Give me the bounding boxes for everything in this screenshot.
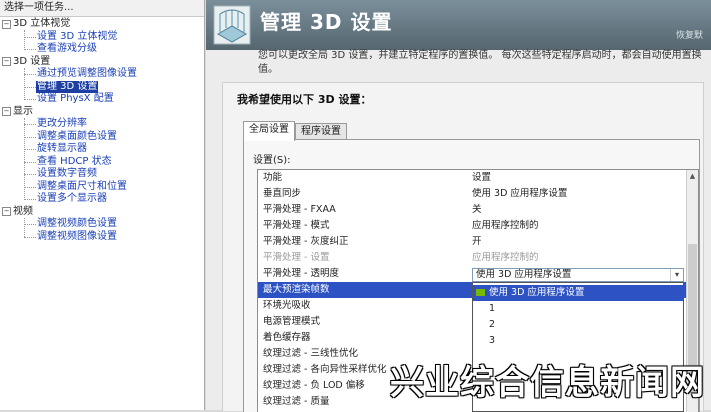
nvidia-logo-icon	[476, 289, 485, 296]
collapse-toggle-icon[interactable]: −	[2, 107, 11, 116]
tree-connector	[24, 124, 36, 125]
table-row[interactable]: 平滑处理 - FXAA 关	[258, 202, 686, 218]
scroll-up-arrow-icon[interactable]: ▲	[687, 170, 698, 182]
setting-cell: 开	[472, 236, 482, 247]
settings-label: 设置(S):	[253, 155, 291, 166]
tree-connector	[24, 224, 36, 225]
dropdown-option[interactable]: 使用 3D 应用程序设置	[473, 285, 683, 301]
tree-connector	[24, 99, 36, 100]
collapse-toggle-icon[interactable]: −	[2, 207, 11, 216]
content-pane: 管理 3D 设置 恢复默 您可以更改全局 3D 设置，并建立特定程序的置换值。 …	[206, 0, 711, 412]
tree-connector	[24, 136, 36, 138]
setting-value-dropdown[interactable]: 使用 3D 应用程序设置 ▾	[472, 268, 684, 282]
tree-connector	[24, 217, 25, 237]
feature-cell: 平滑处理 - 透明度	[263, 268, 339, 279]
tree-item[interactable]: 调整视频颜色设置	[36, 218, 118, 230]
feature-cell: 纹理过滤 - 各向异性采样优化	[263, 364, 387, 375]
watermark-text: 兴业综合信息新闻网	[390, 363, 705, 403]
tree-item[interactable]: 查看游戏分级	[36, 43, 98, 55]
feature-cell: 最大预渲染帧数	[263, 284, 330, 295]
feature-cell: 电源管理模式	[263, 316, 321, 327]
tree-category[interactable]: −3D 设置	[0, 56, 50, 68]
tree-connector	[24, 161, 36, 163]
collapse-toggle-icon[interactable]: −	[2, 57, 11, 66]
tree-connector	[24, 149, 36, 150]
tree-item[interactable]: 查看 HDCP 状态	[36, 156, 113, 168]
tree-connector	[24, 199, 36, 200]
tree-item[interactable]: 设置 PhysX 配置	[36, 93, 115, 105]
tree-category[interactable]: − 视频	[0, 206, 33, 218]
tree-item[interactable]: 设置多个显示器	[36, 193, 108, 205]
tree-connector	[24, 186, 36, 188]
tree-item[interactable]: 调整桌面颜色设置	[36, 131, 118, 143]
tree-category[interactable]: −3D 立体视觉	[0, 18, 70, 30]
chevron-down-icon[interactable]: ▾	[670, 269, 683, 281]
feature-cell: 纹理过滤 - 三线性优化	[263, 348, 358, 359]
header-band: 管理 3D 设置 恢复默	[206, 0, 711, 50]
tree-connector	[24, 86, 36, 88]
tree-item[interactable]: 调整桌面尺寸和位置	[36, 181, 128, 193]
tree-category-label: 视频	[13, 205, 33, 217]
tree-item[interactable]: 通过预览调整图像设置	[36, 68, 138, 80]
feature-cell: 平滑处理 - 设置	[263, 252, 330, 263]
tree-connector	[24, 49, 36, 50]
panel-heading: 我希望使用以下 3D 设置：	[237, 93, 372, 106]
tree-item[interactable]: 更改分辨率	[36, 118, 88, 130]
dropdown-option[interactable]: 1	[473, 301, 683, 317]
collapse-toggle-icon[interactable]: −	[2, 19, 11, 29]
feature-cell: 垂直同步	[263, 188, 302, 199]
feature-cell: 着色缓存器	[263, 332, 311, 343]
3d-settings-icon	[213, 5, 251, 45]
setting-cell: 应用程序控制的	[472, 220, 539, 231]
tree-connector	[24, 236, 36, 238]
feature-cell: 平滑处理 - 灰度纠正	[263, 236, 349, 247]
table-row[interactable]: 垂直同步 使用 3D 应用程序设置	[258, 186, 686, 202]
tree-item[interactable]: 设置数字音频	[36, 168, 98, 180]
setting-cell: 应用程序控制的	[472, 252, 539, 263]
tree-item[interactable]: 设置 3D 立体视觉	[36, 31, 118, 43]
feature-cell: 平滑处理 - FXAA	[263, 204, 336, 215]
dropdown-option-label: 1	[489, 303, 496, 314]
grid-header: 功能 设置	[258, 170, 686, 186]
restore-defaults-link[interactable]: 恢复默	[676, 28, 703, 41]
dropdown-option-label: 2	[489, 319, 496, 330]
feature-cell: 环境光吸收	[263, 300, 311, 311]
tree-category[interactable]: − 显示	[0, 106, 33, 118]
tree-category-label: 显示	[13, 105, 33, 117]
dropdown-current-value: 使用 3D 应用程序设置	[476, 269, 572, 280]
dropdown-option-label: 3	[489, 335, 496, 346]
tree-connector	[24, 67, 25, 100]
tab-program-settings[interactable]: 程序设置	[295, 123, 347, 140]
tree-category-label: 3D 立体视觉	[13, 18, 71, 29]
tree-item[interactable]: 管理 3D 设置	[36, 80, 99, 93]
page-title: 管理 3D 设置	[260, 10, 393, 34]
tab-global-settings[interactable]: 全局设置	[243, 121, 295, 141]
dropdown-option[interactable]: 3	[473, 333, 683, 349]
tree-category-label: 3D 设置	[13, 55, 51, 67]
tree-item[interactable]: 旋转显示器	[36, 143, 88, 155]
feature-cell: 纹理过滤 - 质量	[263, 396, 330, 407]
column-header-setting: 设置	[472, 172, 492, 183]
table-row[interactable]: 平滑处理 - 模式 应用程序控制的	[258, 218, 686, 234]
setting-cell: 使用 3D 应用程序设置	[472, 188, 568, 199]
tree-item[interactable]: 调整视频图像设置	[36, 231, 118, 243]
table-row[interactable]: 平滑处理 - 灰度纠正 开	[258, 234, 686, 250]
tree-connector	[24, 117, 25, 200]
table-row[interactable]: 平滑处理 - 设置 应用程序控制的	[258, 250, 686, 266]
tree-connector	[24, 30, 25, 50]
task-tree-pane: 选择一项任务... −3D 立体视觉 设置 3D 立体视觉 查看游戏分级 −3D 设置…	[0, 0, 205, 410]
task-tree-title: 选择一项任务...	[0, 0, 204, 17]
tree-connector	[24, 36, 36, 38]
feature-cell: 平滑处理 - 模式	[263, 220, 330, 231]
dropdown-option-label: 使用 3D 应用程序设置	[489, 287, 585, 298]
feature-cell: 纹理过滤 - 负 LOD 偏移	[263, 380, 365, 391]
column-header-feature: 功能	[263, 172, 283, 183]
tree-connector	[24, 174, 36, 175]
setting-cell: 关	[472, 204, 482, 215]
page-description: 您可以更改全局 3D 设置，并建立特定程序的置换值。 每次这些特定程序启动时，都…	[258, 50, 702, 75]
tree-connector	[24, 74, 36, 75]
dropdown-option[interactable]: 2	[473, 317, 683, 333]
